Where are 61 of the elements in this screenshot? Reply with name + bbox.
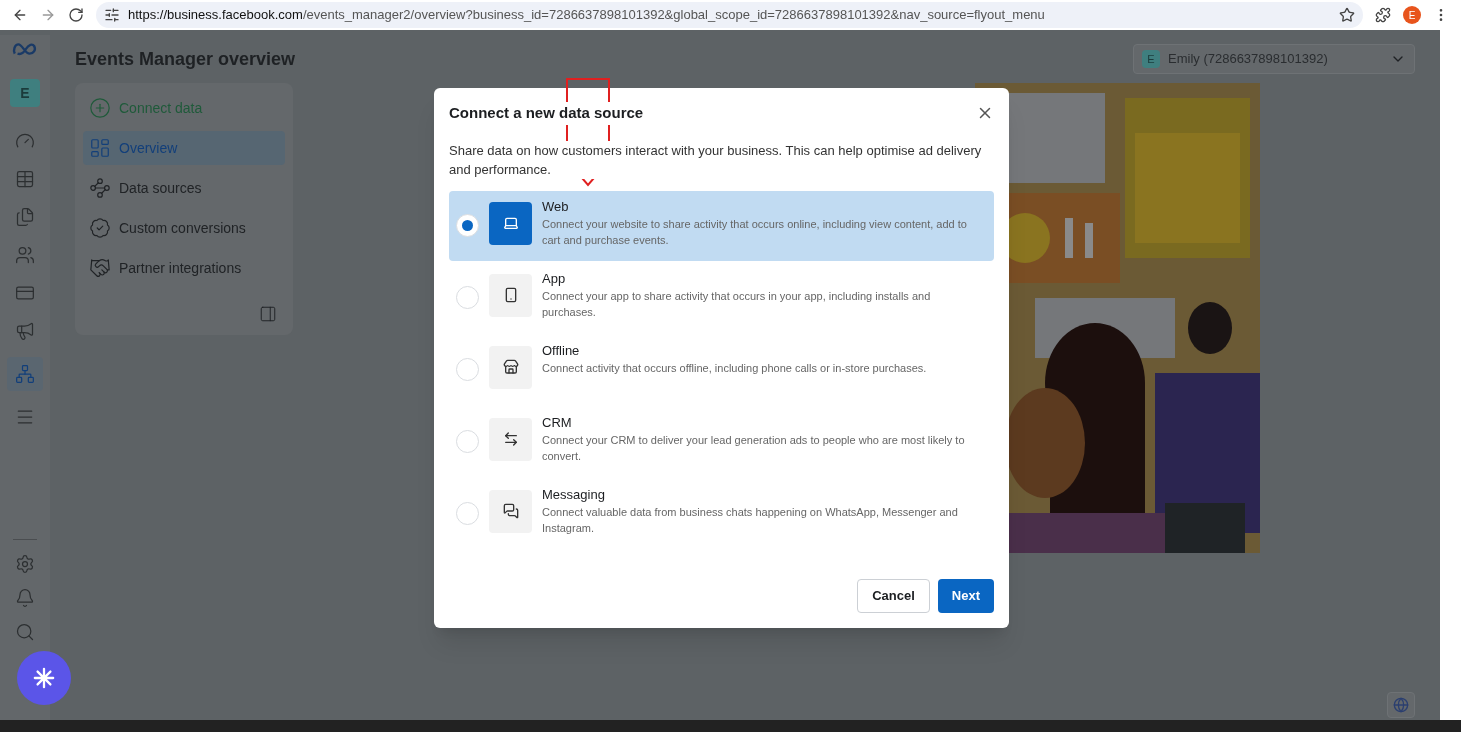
source-option[interactable]: App Connect your app to share activity that occurs in your app, including installs and purchases. (449, 262, 994, 333)
bell-icon[interactable] (15, 588, 35, 608)
pages-icon (15, 207, 35, 227)
option-description: Connect your CRM to deliver your lead generation ads to people who are most likely to convert. (542, 433, 966, 464)
source-option[interactable]: Offline Connect activity that occurs offline, including phone calls or in-store purchases. (449, 334, 994, 405)
nav-item[interactable]: Custom conversions (83, 211, 285, 245)
globe-icon (1393, 697, 1409, 713)
extensions-icon[interactable] (1375, 7, 1391, 23)
option-title: Messaging (542, 485, 606, 504)
source-option[interactable]: CRM Connect your CRM to deliver your lead generation ads to people who are most likely to convert. (449, 406, 994, 477)
settings-icon[interactable] (15, 554, 35, 574)
radio-button[interactable] (456, 501, 479, 525)
chat-icon (502, 503, 519, 519)
url-text: https://business.facebook.com/events_manager2/overview?business_id=7286637898101392&global_scope_id=7286637898101392&nav_source=flyout_menu (128, 6, 1045, 25)
option-description: Connect activity that occurs offline, including phone calls or in-store purchases. (542, 361, 927, 376)
option-description: Connect your app to share activity that occurs in your app, including installs and purchases. (542, 289, 932, 320)
option-description: Connect valuable data from business chats happening on WhatsApp, Messenger and Instagram. (542, 505, 959, 536)
dialog-title: Connect a new data source (449, 102, 644, 125)
nav-item[interactable]: Partner integrations (83, 251, 285, 285)
meta-logo-icon[interactable] (12, 41, 38, 57)
option-title: Web (542, 197, 570, 216)
plus-icon (89, 97, 111, 119)
source-option[interactable]: Web Connect your website to share activity that occurs online, including view content, add to cart and purchase events. (449, 190, 994, 261)
megaphone-icon (15, 321, 35, 341)
laptop-icon (502, 215, 519, 231)
radio-button[interactable] (456, 213, 479, 237)
people-icon (15, 245, 35, 265)
sparkle-icon (33, 667, 55, 689)
next-button[interactable]: Next (937, 579, 994, 613)
bookmark-icon[interactable] (1339, 7, 1355, 23)
nodes-icon (89, 177, 111, 199)
site-settings-icon[interactable] (104, 7, 120, 23)
address-bar[interactable]: https://business.facebook.com/events_manager2/overview?business_id=7286637898101392&global_scope_id=7286637898101392&nav_source=flyout_menu (96, 2, 1363, 28)
account-name: Emily (7286637898101392) (1168, 50, 1329, 69)
page-title: Events Manager overview (75, 47, 296, 71)
radio-button[interactable] (456, 357, 479, 381)
nav-item[interactable]: Data sources (83, 171, 285, 205)
back-icon[interactable] (12, 7, 28, 23)
collapse-panel-icon[interactable] (259, 305, 277, 323)
handshake-icon (89, 257, 111, 279)
exchange-icon (502, 431, 519, 447)
radio-button[interactable] (456, 429, 479, 453)
store-icon (502, 359, 519, 375)
network-icon (15, 364, 35, 384)
cancel-button[interactable]: Cancel (857, 579, 930, 613)
table-icon (15, 169, 35, 189)
dashboard-icon (89, 137, 111, 159)
account-initial: E (1142, 50, 1160, 68)
option-title: App (542, 269, 567, 288)
option-description: Connect your website to share activity that occurs online, including view content, add to cart and purchase events. (542, 217, 968, 248)
profile-avatar[interactable]: E (1403, 6, 1421, 24)
reload-icon[interactable] (68, 7, 84, 23)
language-button[interactable] (1387, 692, 1415, 718)
radio-button[interactable] (456, 285, 479, 309)
source-option[interactable]: Messaging Connect valuable data from business chats happening on WhatsApp, Messenger and Instagram. (449, 478, 994, 549)
rail-button[interactable] (7, 357, 43, 391)
badge-icon (89, 217, 111, 239)
forward-icon[interactable] (40, 7, 56, 23)
option-title: CRM (542, 413, 573, 432)
search-icon[interactable] (15, 622, 35, 642)
option-title: Offline (542, 341, 581, 360)
